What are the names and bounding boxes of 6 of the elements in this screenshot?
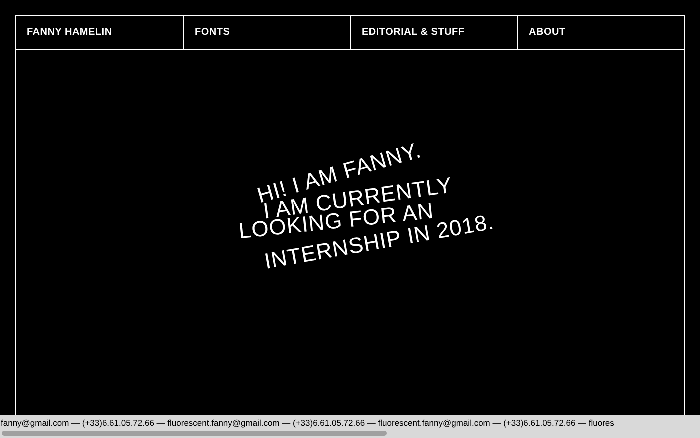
nav-link[interactable]: FANNY HAMELIN — [16, 16, 183, 49]
nav-link[interactable]: EDITORIAL & STUFF — [350, 16, 517, 49]
contact-ticker: fanny@gmail.com — (+33)6.61.05.72.66 — fluorescent.fanny@gmail.com — (+33)6.61.05.72.66 — fluorescent.fanny@gmail.com — (+33)6.61.05.72.66 — fluores — [0, 417, 614, 428]
nav-link[interactable]: FONTS — [183, 16, 350, 49]
nav-link[interactable]: ABOUT — [517, 16, 684, 49]
scrollbar-thumb[interactable] — [2, 431, 387, 436]
